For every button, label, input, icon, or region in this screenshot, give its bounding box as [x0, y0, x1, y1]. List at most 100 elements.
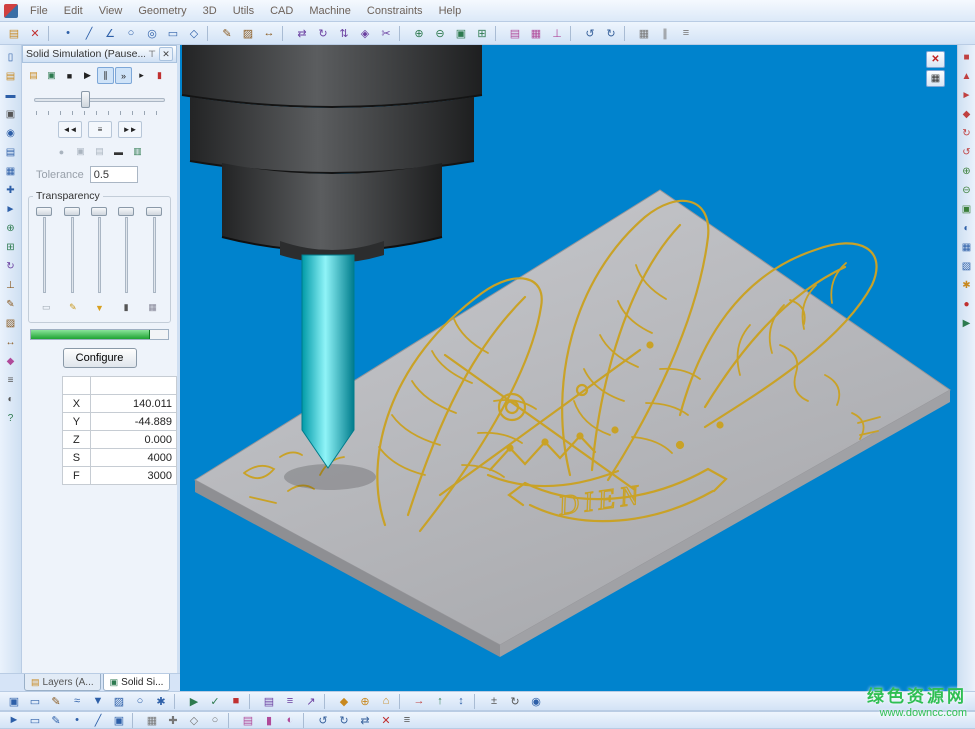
speed-icon[interactable]: ↻ [505, 692, 525, 710]
slider-thumb[interactable] [64, 207, 80, 216]
vertex-icon[interactable]: • [67, 711, 87, 729]
edge-icon[interactable]: ╱ [88, 711, 108, 729]
layers-icon[interactable]: ▤ [505, 24, 525, 42]
sim-options-button[interactable]: ▮ [151, 67, 168, 84]
move-icon[interactable]: ⇄ [292, 24, 312, 42]
view-iso-icon[interactable]: ◆ [958, 105, 975, 123]
viewport-view-button[interactable]: ▦ [926, 70, 945, 87]
view-side-icon[interactable]: ► [958, 86, 975, 104]
snap-mid-icon[interactable]: ◇ [184, 711, 204, 729]
settings-icon[interactable]: ≡ [676, 24, 696, 42]
tool-icon[interactable]: ✎ [64, 299, 81, 316]
slider-thumb[interactable] [81, 91, 90, 108]
grid-icon[interactable]: ▦ [2, 162, 20, 180]
ortho-icon[interactable]: ∥ [655, 24, 675, 42]
select-icon[interactable]: ► [2, 200, 20, 218]
hatch-icon[interactable]: ▨ [2, 314, 20, 332]
play-button[interactable]: ▶ [79, 67, 96, 84]
wireframe-icon[interactable]: ▦ [958, 238, 975, 256]
print-icon[interactable]: ▣ [2, 105, 20, 123]
jog-x-icon[interactable]: → [409, 692, 429, 710]
zoom-out-icon[interactable]: ⊖ [958, 181, 975, 199]
home-icon[interactable]: ⌂ [376, 692, 396, 710]
layers-icon[interactable]: ▤ [2, 143, 20, 161]
menu-constraints[interactable]: Constraints [359, 2, 431, 20]
zero-icon[interactable]: ⊕ [355, 692, 375, 710]
speed-slider[interactable] [34, 89, 165, 115]
dimension-icon[interactable]: ↔ [259, 24, 279, 42]
menu-3d[interactable]: 3D [195, 2, 225, 20]
stop-sim-icon[interactable]: ■ [226, 692, 246, 710]
save-sim-button[interactable]: ▬ [110, 143, 127, 160]
stop-button[interactable]: ■ [61, 67, 78, 84]
record-icon[interactable]: ● [958, 295, 975, 313]
zoom-icon[interactable]: ⊕ [2, 219, 20, 237]
select-icon[interactable]: ► [4, 711, 24, 729]
export-button[interactable]: ▤ [91, 143, 108, 160]
menu-utils[interactable]: Utils [225, 2, 262, 20]
measure-icon[interactable]: ⊥ [547, 24, 567, 42]
compare-button[interactable]: ▥ [129, 143, 146, 160]
snap-end-icon[interactable]: ✚ [163, 711, 183, 729]
post-icon[interactable]: ▤ [259, 692, 279, 710]
trim-icon[interactable]: ✂ [376, 24, 396, 42]
properties-icon[interactable]: ▦ [526, 24, 546, 42]
view-top-icon[interactable]: ▲ [958, 67, 975, 85]
slider-thumb[interactable] [36, 207, 52, 216]
simulate-icon[interactable]: ▶ [184, 692, 204, 710]
polyline-icon[interactable]: ∠ [100, 24, 120, 42]
view-front-icon[interactable]: ■ [958, 48, 975, 66]
transparency-slider[interactable] [91, 206, 108, 296]
section-icon[interactable]: ▧ [958, 257, 975, 275]
toolpath-icon[interactable]: ≈ [67, 692, 87, 710]
stock-icon[interactable]: ▭ [38, 299, 55, 316]
options-icon[interactable]: ≡ [397, 711, 417, 729]
text-icon[interactable]: ✎ [217, 24, 237, 42]
lock-icon[interactable]: ▮ [259, 711, 279, 729]
tab-layers[interactable]: ▤ Layers (A... [24, 674, 101, 691]
drill-icon[interactable]: ▼ [88, 692, 108, 710]
setup-icon[interactable]: ▣ [4, 692, 24, 710]
menu-view[interactable]: View [91, 2, 131, 20]
feed-icon[interactable]: ± [484, 692, 504, 710]
machine-icon[interactable]: ▦ [144, 299, 161, 316]
snap-center-icon[interactable]: ○ [205, 711, 225, 729]
add-layer-icon[interactable]: ▤ [238, 711, 258, 729]
rectangle-icon[interactable]: ▭ [163, 24, 183, 42]
measure-icon[interactable]: ⊥ [2, 276, 20, 294]
point-icon[interactable]: • [58, 24, 78, 42]
pan-icon[interactable]: ⊞ [2, 238, 20, 256]
pan-icon[interactable]: ⊞ [472, 24, 492, 42]
stock-icon[interactable]: ▭ [25, 692, 45, 710]
transparency-slider[interactable] [64, 206, 81, 296]
slider-thumb[interactable] [91, 207, 107, 216]
scale-icon[interactable]: ◈ [355, 24, 375, 42]
circle-icon[interactable]: ○ [121, 24, 141, 42]
ellipse-icon[interactable]: ◎ [142, 24, 162, 42]
slider-thumb[interactable] [118, 207, 134, 216]
face-icon[interactable]: ▣ [109, 711, 129, 729]
pocket-icon[interactable]: ▨ [109, 692, 129, 710]
line-icon[interactable]: ╱ [79, 24, 99, 42]
fast-forward-button[interactable]: » [115, 67, 132, 84]
options-icon[interactable]: ◐ [2, 390, 20, 408]
open-icon[interactable]: ▤ [4, 24, 24, 42]
holder-icon[interactable]: ▼ [91, 299, 108, 316]
tab-solid-simulation[interactable]: ▣ Solid Si... [103, 674, 171, 691]
menu-machine[interactable]: Machine [301, 2, 359, 20]
zoom-fit-icon[interactable]: ▣ [451, 24, 471, 42]
transparency-slider[interactable] [146, 206, 163, 296]
verify-icon[interactable]: ✓ [205, 692, 225, 710]
zoom-out-icon[interactable]: ⊖ [430, 24, 450, 42]
play-icon[interactable]: ▶ [958, 314, 975, 332]
tools-icon[interactable]: ≡ [2, 371, 20, 389]
configure-button[interactable]: Configure [63, 348, 137, 368]
save-icon[interactable]: ▬ [2, 86, 20, 104]
shaded-icon[interactable]: ◐ [958, 219, 975, 237]
hold-button[interactable]: ≡ [88, 121, 112, 138]
profile-icon[interactable]: ○ [130, 692, 150, 710]
jog-y-icon[interactable]: ↑ [430, 692, 450, 710]
snap-grid-icon[interactable]: ▦ [142, 711, 162, 729]
redo-icon[interactable]: ↻ [601, 24, 621, 42]
viewport[interactable]: DIEN ✕ ▦ [180, 45, 957, 673]
